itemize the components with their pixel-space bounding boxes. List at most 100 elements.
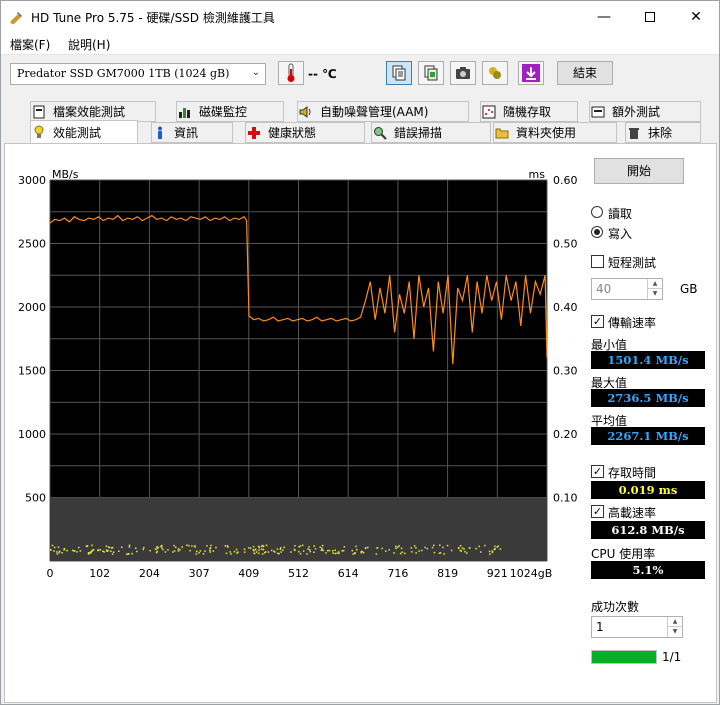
access-time-point xyxy=(97,549,100,551)
options-button[interactable] xyxy=(482,61,508,85)
access-time-point xyxy=(262,545,265,548)
spin-up-icon[interactable]: ▲ xyxy=(667,617,682,627)
access-time-point xyxy=(230,553,232,555)
access-time-point xyxy=(154,548,157,550)
spin-down-icon[interactable]: ▼ xyxy=(647,289,662,299)
access-time-point xyxy=(229,551,231,553)
tab-file-benchmark[interactable]: 檔案效能測試 xyxy=(30,101,156,122)
menu-help[interactable]: 說明(H) xyxy=(68,36,110,53)
tab-benchmark[interactable]: 效能測試 xyxy=(30,120,138,143)
access-time-point xyxy=(313,545,315,547)
menu-file[interactable]: 檔案(F) xyxy=(10,36,50,53)
access-time-point xyxy=(376,547,378,549)
access-time-point xyxy=(442,546,444,549)
info-icon xyxy=(152,125,168,141)
tab-aam[interactable]: 自動噪聲管理(AAM) xyxy=(297,101,469,122)
drive-select[interactable]: Predator SSD GM7000 1TB (1024 gB) ⌄ xyxy=(10,63,266,85)
access-time-point xyxy=(227,546,229,548)
copy-image-button[interactable] xyxy=(418,61,444,85)
copy-text-button[interactable] xyxy=(386,61,412,85)
tab-info[interactable]: 資訊 xyxy=(151,122,233,143)
access-time-point xyxy=(258,545,260,548)
tab-erase[interactable]: 抹除 xyxy=(625,122,701,143)
access-time-point xyxy=(354,552,356,554)
access-time-point xyxy=(253,552,256,555)
access-time-point xyxy=(157,546,160,549)
tab-label: 隨機存取 xyxy=(503,105,552,119)
access-time-point xyxy=(494,548,496,550)
tab-health[interactable]: 健康狀態 xyxy=(245,122,365,143)
exit-button[interactable]: 結束 xyxy=(557,61,613,85)
close-button[interactable]: ✕ xyxy=(673,1,719,33)
success-count-input[interactable]: 1 ▲ ▼ xyxy=(591,616,683,638)
access-time-point xyxy=(254,548,257,550)
access-time-point xyxy=(443,553,445,555)
x-tick-label: 409 xyxy=(238,567,259,580)
access-time-point xyxy=(202,553,205,555)
write-radio[interactable] xyxy=(591,226,603,238)
red-cross-icon xyxy=(246,125,262,141)
access-time-point xyxy=(66,549,68,552)
access-time-point xyxy=(351,549,353,552)
access-time-point xyxy=(189,549,191,552)
transfer-rate-checkbox[interactable]: ✓ xyxy=(591,315,604,328)
access-time-point xyxy=(92,549,95,551)
burst-rate-value: 612.8 MB/s xyxy=(591,521,705,539)
access-time-point xyxy=(209,549,211,552)
y-right-tick-label: 0.20 xyxy=(553,428,578,441)
maximize-button[interactable] xyxy=(627,1,673,33)
access-time-point xyxy=(415,547,417,549)
tab-disk-monitor[interactable]: 磁碟監控 xyxy=(176,101,284,122)
read-radio[interactable] xyxy=(591,206,603,218)
tab-folder-usage[interactable]: 資料夾使用 xyxy=(493,122,617,143)
access-time-point xyxy=(334,552,336,555)
access-time-point xyxy=(321,549,323,551)
access-time-point xyxy=(253,550,255,552)
access-time-point xyxy=(186,544,188,546)
access-time-point xyxy=(459,545,462,547)
progress-text: 1/1 xyxy=(662,650,682,664)
minimize-button[interactable]: — xyxy=(581,1,627,33)
access-time-point xyxy=(265,544,268,547)
access-time-point xyxy=(51,544,54,547)
benchmark-chart: 3000 2500 2000 1500 1000 500 0.60 0.50 0.40 0.30 0… xyxy=(18,168,578,580)
tab-extra-tests[interactable]: 額外測試 xyxy=(589,101,701,122)
access-time-point xyxy=(361,550,363,553)
access-time-point xyxy=(106,550,108,552)
short-test-size-input[interactable]: 40 ▲ ▼ xyxy=(591,278,663,300)
y-left-axis-label: MB/s xyxy=(52,168,79,181)
access-time-point xyxy=(224,545,227,547)
tab-label: 自動噪聲管理(AAM) xyxy=(320,105,429,119)
access-time-point xyxy=(280,551,282,553)
access-time-point xyxy=(401,551,403,553)
spin-down-icon[interactable]: ▼ xyxy=(667,627,682,637)
access-time-point xyxy=(212,550,215,552)
access-time-point xyxy=(426,547,428,550)
write-label: 寫入 xyxy=(608,227,633,241)
access-time-point xyxy=(279,548,282,551)
start-button[interactable]: 開始 xyxy=(594,158,684,184)
access-time-checkbox[interactable]: ✓ xyxy=(591,465,604,478)
access-time-point xyxy=(53,550,55,552)
access-time-point xyxy=(468,547,471,549)
tab-label: 資訊 xyxy=(174,126,199,140)
access-time-point xyxy=(63,548,66,550)
access-time-point xyxy=(461,547,464,549)
access-time-point xyxy=(338,552,340,555)
access-time-point xyxy=(108,546,111,549)
tab-error-scan[interactable]: 錯誤掃描 xyxy=(371,122,491,143)
title-bar[interactable]: HD Tune Pro 5.75 - 硬碟/SSD 檢測維護工具 — ✕ xyxy=(1,1,719,33)
access-time-point xyxy=(160,547,163,549)
short-test-checkbox[interactable] xyxy=(591,255,604,268)
save-button[interactable] xyxy=(518,61,544,85)
access-time-point xyxy=(111,547,113,549)
access-time-point xyxy=(337,551,340,553)
access-time-point xyxy=(328,549,331,552)
screenshot-button[interactable] xyxy=(450,61,476,85)
temperature-button[interactable] xyxy=(278,61,304,85)
spin-up-icon[interactable]: ▲ xyxy=(647,279,662,289)
burst-rate-checkbox[interactable]: ✓ xyxy=(591,505,604,518)
tab-random-access[interactable]: 隨機存取 xyxy=(480,101,578,122)
access-time-point xyxy=(209,547,212,549)
file-benchmark-icon xyxy=(31,104,47,120)
